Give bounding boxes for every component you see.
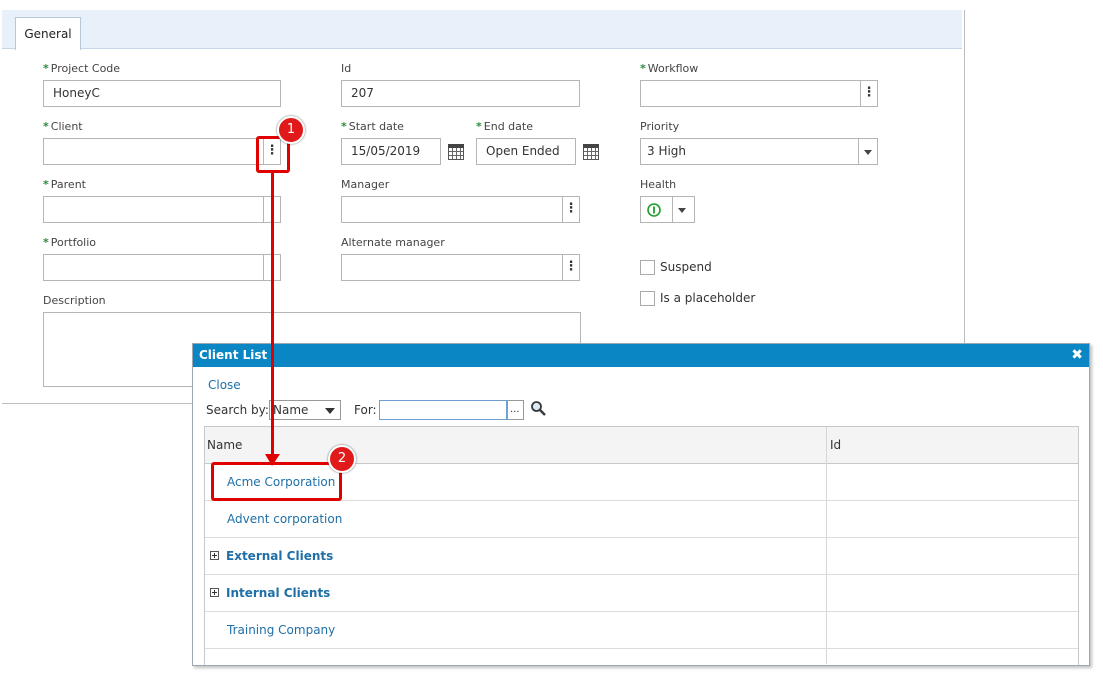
portfolio-input[interactable] (43, 254, 281, 281)
health-dropdown-arrow[interactable] (672, 197, 694, 222)
annotation-step-1-badge: 1 (277, 116, 305, 144)
health-label: Health (640, 178, 677, 191)
tab-bar (2, 10, 962, 49)
parent-label: * Parent (43, 178, 86, 191)
alternate-manager-label: Alternate manager (341, 236, 445, 249)
project-code-input[interactable]: HoneyC (43, 80, 281, 107)
table-row[interactable]: Training Company (205, 612, 1078, 649)
suspend-label: Suspend (660, 260, 712, 274)
portfolio-label: * Portfolio (43, 236, 97, 249)
for-ellipsis-button[interactable]: ... (507, 400, 524, 420)
expand-icon[interactable] (210, 551, 219, 560)
priority-dropdown-arrow[interactable] (858, 139, 877, 164)
expand-icon[interactable] (210, 588, 219, 597)
client-input[interactable]: ⋮ (43, 138, 281, 165)
annotation-step-2-badge: 2 (328, 445, 356, 473)
workflow-input[interactable]: ⋮ (640, 80, 878, 107)
client-list-dialog: Client List ✖ Close Search by: Name For:… (192, 343, 1090, 666)
client-label: * Client (43, 120, 83, 133)
project-code-label: * Project Code (43, 62, 121, 75)
end-date-input[interactable]: Open Ended (476, 138, 576, 165)
client-name-link[interactable]: Training Company (227, 623, 335, 637)
table-row[interactable]: External Clients (205, 538, 1078, 575)
alternate-manager-input[interactable]: ⋮ (341, 254, 580, 281)
health-status-icon (647, 203, 661, 217)
dialog-close-icon[interactable]: ✖ (1071, 344, 1083, 366)
column-header-id[interactable]: Id (830, 438, 841, 452)
priority-label: Priority (640, 120, 680, 133)
start-date-label: * Start date (341, 120, 404, 133)
for-input[interactable] (379, 400, 507, 420)
tab-general[interactable]: General (15, 17, 81, 50)
table-row[interactable]: Advent corporation (205, 501, 1078, 538)
placeholder-label: Is a placeholder (660, 291, 756, 305)
manager-label: Manager (341, 178, 390, 191)
priority-select[interactable]: 3 High (640, 138, 878, 165)
suspend-checkbox[interactable] (640, 260, 655, 275)
parent-input[interactable] (43, 196, 281, 223)
annotation-arrow-line (271, 172, 274, 456)
client-group-link[interactable]: Internal Clients (226, 586, 330, 600)
portfolio-lookup-divider (263, 255, 264, 280)
column-header-name[interactable]: Name (207, 438, 242, 452)
id-input[interactable]: 207 (341, 80, 580, 107)
manager-lookup-button[interactable]: ⋮ (562, 197, 579, 222)
id-label: Id (341, 62, 352, 75)
table-row[interactable]: Internal Clients (205, 575, 1078, 612)
dialog-header: Client List ✖ (193, 344, 1089, 367)
search-by-label: Search by: (206, 403, 269, 417)
description-label: Description (43, 294, 106, 307)
start-date-input[interactable]: 15/05/2019 (341, 138, 441, 165)
start-date-calendar-icon[interactable] (448, 144, 464, 160)
health-select[interactable] (640, 196, 695, 223)
dialog-title: Client List (199, 348, 268, 362)
alternate-manager-lookup-button[interactable]: ⋮ (562, 255, 579, 280)
workflow-lookup-button[interactable]: ⋮ (860, 81, 877, 106)
annotation-highlight-acme-row (211, 462, 342, 501)
placeholder-checkbox[interactable] (640, 291, 655, 306)
workflow-label: * Workflow (640, 62, 699, 75)
for-label: For: (354, 403, 377, 417)
end-date-calendar-icon[interactable] (583, 144, 599, 160)
parent-lookup-divider (263, 197, 264, 222)
end-date-label: * End date (476, 120, 533, 133)
client-name-link[interactable]: Advent corporation (227, 512, 342, 526)
client-group-link[interactable]: External Clients (226, 549, 333, 563)
manager-input[interactable]: ⋮ (341, 196, 580, 223)
dialog-close-link[interactable]: Close (208, 378, 241, 392)
search-by-select[interactable]: Name (269, 400, 341, 420)
search-by-arrow-icon[interactable] (325, 408, 335, 414)
search-icon[interactable] (530, 400, 547, 417)
